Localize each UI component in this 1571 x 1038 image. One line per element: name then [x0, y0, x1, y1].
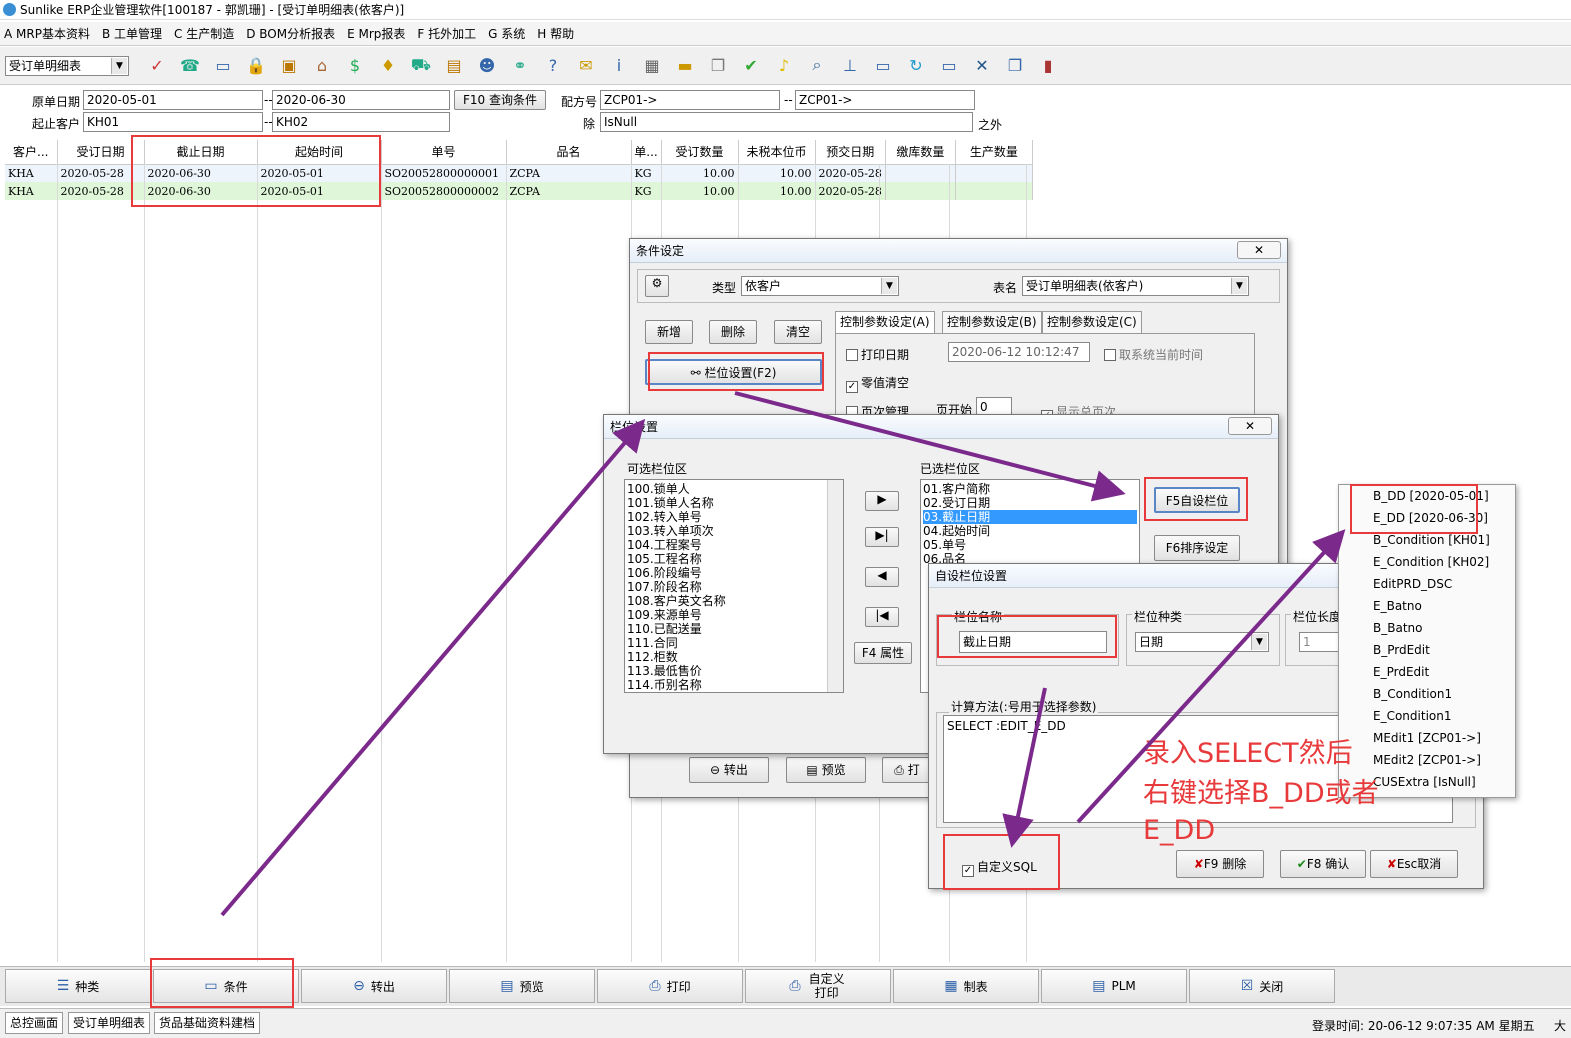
status-bar: 总控画面 受订单明细表 货品基础资料建档 登录时间: 20-06-12 9:07…: [0, 1008, 1571, 1038]
tab-order-detail[interactable]: 受订单明细表: [68, 1012, 151, 1034]
close-bottom-label: 关闭: [1259, 979, 1284, 994]
grid-icon: ▦: [944, 978, 958, 994]
annotation-arrows: [220, 391, 1346, 917]
close-bottom-button[interactable]: ☒ 关闭: [1189, 969, 1335, 1003]
custom-print-label: 自定义打印: [808, 972, 845, 1000]
print-bottom-button[interactable]: ⎙ 打印: [597, 969, 743, 1003]
arrow-to-f5-button: [734, 391, 1126, 502]
tab-main-control[interactable]: 总控画面: [5, 1012, 64, 1034]
printer-icon: ⎙: [649, 978, 661, 994]
custom-print-button[interactable]: ⎙ 自定义打印: [745, 969, 891, 1003]
list-icon: ☰: [56, 978, 70, 994]
category-label: 种类: [75, 979, 100, 994]
tabulate-button[interactable]: ▦ 制表: [893, 969, 1039, 1003]
print-bottom-label: 打印: [666, 979, 691, 994]
preview-bottom-label: 预览: [519, 979, 544, 994]
tabulate-label: 制表: [963, 979, 988, 994]
arrow-to-context-menu: [1076, 529, 1346, 824]
export-bottom-button[interactable]: ⊖ 转出: [301, 969, 447, 1003]
highlight-condition-button: [150, 958, 294, 1008]
plm-button[interactable]: ▤ PLM: [1041, 969, 1187, 1003]
preview-icon: ▤: [500, 978, 514, 994]
login-time: 登录时间: 20-06-12 9:07:35 AM 星期五: [1312, 1019, 1535, 1033]
export-bottom-label: 转出: [370, 979, 395, 994]
arrow-to-custom-sql: [1002, 687, 1047, 848]
arrow-to-field-setting: [220, 418, 646, 917]
plm-label: PLM: [1111, 979, 1136, 993]
close-icon: ☒: [1240, 978, 1254, 994]
custom-print-icon: ⎙: [789, 978, 801, 994]
plm-icon: ▤: [1092, 978, 1106, 994]
export-icon: ⊖: [353, 978, 365, 994]
preview-bottom-button[interactable]: ▤ 预览: [449, 969, 595, 1003]
tab-item-master[interactable]: 货品基础资料建档: [154, 1012, 261, 1034]
category-button[interactable]: ☰ 种类: [5, 969, 151, 1003]
status-edge-text: 大: [1554, 1019, 1567, 1033]
